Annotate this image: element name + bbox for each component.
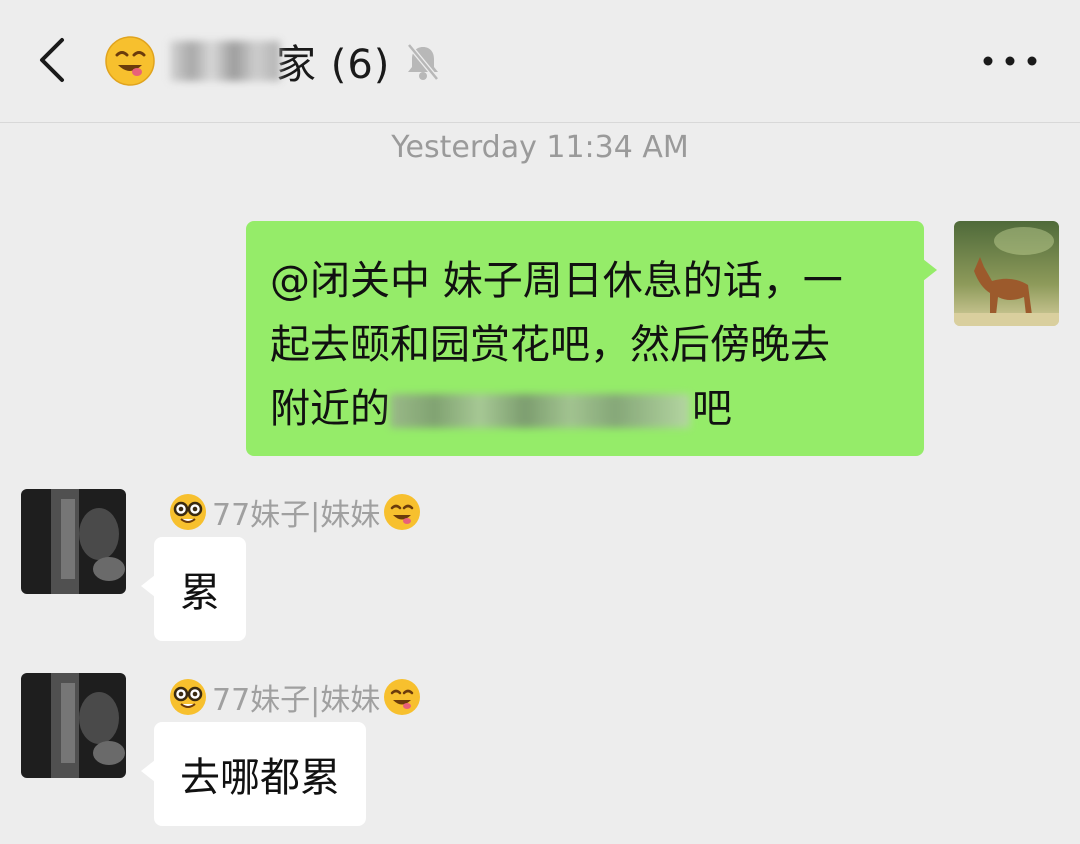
self-avatar[interactable] — [954, 221, 1059, 326]
sender-name-text: 77妹子|妹妹 — [212, 498, 381, 533]
incoming-message-text: 去哪都累 — [180, 755, 340, 801]
chevron-left-icon — [40, 38, 64, 82]
page-title: 家 (6) — [276, 42, 391, 88]
message-timestamp: Yesterday 11:34 AM — [391, 130, 689, 165]
avatar[interactable] — [21, 489, 126, 594]
message-line: 起去颐和园赏花吧，然后傍晚去 — [270, 322, 830, 368]
deer-avatar-image — [954, 221, 1059, 326]
more-dots-icon — [983, 56, 1037, 66]
nerd-face-emoji-icon — [170, 679, 206, 715]
message-line-end: 吧 — [692, 386, 732, 432]
incoming-message-bubble[interactable]: 累 — [141, 537, 246, 641]
message-line: 附近的 吧 — [270, 377, 900, 441]
message-line: @闭关中 妹子周日休息的话，一 — [270, 258, 843, 304]
message-line-start: 附近的 — [270, 386, 390, 432]
member-avatar-image — [21, 673, 126, 778]
sender-name: 77妹子|妹妹 — [168, 491, 422, 533]
smiley-tongue-emoji-icon — [384, 679, 421, 715]
redacted-title — [170, 41, 280, 81]
chat-header: 家 (6) — [0, 0, 1080, 123]
incoming-message-text: 累 — [180, 570, 220, 616]
member-avatar-image — [21, 489, 126, 594]
outgoing-message-text: @闭关中 妹子周日休息的话，一 起去颐和园赏花吧，然后傍晚去 附近的 吧 — [270, 249, 900, 441]
sender-name: 77妹子|妹妹 — [168, 676, 422, 718]
avatar[interactable] — [21, 673, 126, 778]
redacted-text — [390, 394, 690, 428]
sender-name-text: 77妹子|妹妹 — [212, 683, 381, 718]
smiley-tongue-emoji-icon — [384, 494, 421, 530]
more-button[interactable] — [980, 44, 1040, 78]
bell-muted-icon — [407, 43, 440, 81]
nerd-face-emoji-icon — [170, 494, 206, 530]
smiley-tongue-emoji-icon — [105, 36, 155, 86]
back-button[interactable] — [28, 32, 78, 88]
chat-title: 家 (6) — [104, 30, 442, 92]
incoming-message-bubble[interactable]: 去哪都累 — [141, 722, 366, 826]
outgoing-message-bubble[interactable]: @闭关中 妹子周日休息的话，一 起去颐和园赏花吧，然后傍晚去 附近的 吧 — [246, 221, 937, 456]
